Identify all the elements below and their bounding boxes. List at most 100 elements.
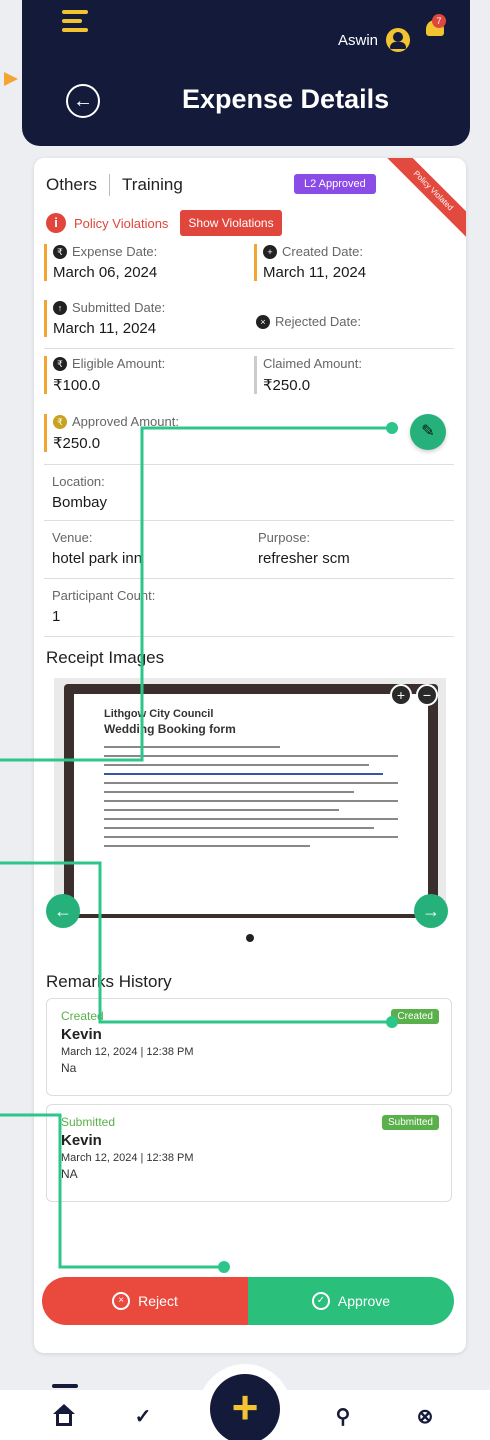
expense-date-field: ₹ Expense Date: March 06, 2024 <box>44 244 157 281</box>
submitted-date-label: Submitted Date: <box>72 300 166 315</box>
receipt-carousel[interactable]: Lithgow City Council Wedding Booking for… <box>54 678 446 918</box>
check-badge-icon: ✓ <box>311 1292 330 1310</box>
edit-amount-button[interactable]: ✎ <box>410 414 446 450</box>
user-name: Aswin <box>337 31 378 49</box>
arrow-left-icon: ← <box>73 90 93 112</box>
claimed-amount-label: Claimed Amount: <box>263 356 362 371</box>
coins-icon: ₹ <box>53 356 67 371</box>
remark-status-badge: Created <box>391 1009 439 1024</box>
approved-amount-label: Approved Amount: <box>72 414 179 429</box>
approve-button[interactable]: ✓ Approve <box>248 1277 454 1325</box>
plus-circle-icon: + <box>263 244 277 259</box>
arrow-left-icon: ← <box>54 901 72 921</box>
submitted-date-field: ↑ Submitted Date: March 11, 2024 <box>44 300 165 337</box>
participant-count-label: Participant Count: <box>52 588 156 603</box>
notification-badge: 7 <box>432 14 446 28</box>
home-icon[interactable] <box>53 1404 75 1426</box>
remarks-history-title: Remarks History <box>46 972 172 991</box>
receipt-images-title: Receipt Images <box>46 648 165 667</box>
user-circle-icon <box>386 28 410 52</box>
close-circle-icon[interactable]: ⊗ <box>412 1404 438 1430</box>
action-bar: × Reject ✓ Approve <box>42 1277 454 1325</box>
status-badge: L2 Approved <box>294 174 376 194</box>
user-menu[interactable]: Aswin <box>338 28 410 52</box>
remark-note: Na <box>61 1061 77 1075</box>
carousel-prev-button[interactable]: ← <box>46 894 80 928</box>
venue-label: Venue: <box>52 530 93 545</box>
annotation-arrow-icon <box>4 72 18 86</box>
participant-count-field: Participant Count: 1 <box>44 588 155 625</box>
rejected-date-label: Rejected Date: <box>275 314 361 329</box>
check-badge-icon[interactable]: ✓ <box>130 1404 156 1430</box>
remark-status-badge: Submitted <box>381 1115 439 1130</box>
policy-violated-ribbon: Policy Violated <box>380 158 466 244</box>
remark-item: Submitted Kevin March 12, 2024 | 12:38 P… <box>46 1104 452 1202</box>
expense-date-value: March 06, 2024 <box>53 264 158 281</box>
expense-date-label: Expense Date: <box>72 244 158 259</box>
upload-icon: ↑ <box>53 300 67 315</box>
eligible-amount-field: ₹ Eligible Amount: ₹100.0 <box>44 356 165 394</box>
show-violations-button[interactable]: Show Violations <box>180 210 282 236</box>
expense-category: Others <box>46 175 98 194</box>
created-date-value: March 11, 2024 <box>263 264 367 281</box>
venue-field: Venue: hotel park inn <box>44 530 142 567</box>
location-value: Bombay <box>52 494 108 511</box>
close-circle-icon: × <box>256 314 270 329</box>
pencil-icon: ✎ <box>421 423 435 440</box>
submitted-date-value: March 11, 2024 <box>53 320 157 337</box>
plus-icon: + <box>210 1374 280 1440</box>
close-circle-icon: × <box>112 1292 131 1310</box>
remark-state: Created <box>61 1009 104 1023</box>
claimed-amount-field: Claimed Amount: ₹250.0 <box>254 356 362 394</box>
claimed-amount-value: ₹250.0 <box>263 377 311 394</box>
hamburger-icon[interactable] <box>62 10 88 32</box>
bell-icon[interactable]: 7 <box>424 14 446 40</box>
remark-timestamp: March 12, 2024 | 12:38 PM <box>61 1046 194 1058</box>
calendar-icon: ₹ <box>53 244 67 259</box>
receipt-document: Lithgow City Council Wedding Booking for… <box>74 694 428 914</box>
remark-state: Submitted <box>61 1115 116 1129</box>
arrow-right-icon: → <box>422 901 440 921</box>
add-expense-fab[interactable]: + <box>198 1364 292 1440</box>
remark-author: Kevin <box>61 1132 102 1149</box>
remark-timestamp: March 12, 2024 | 12:38 PM <box>61 1152 194 1164</box>
rupee-icon: ₹ <box>53 414 67 429</box>
expense-type-row: Others Training <box>46 174 183 196</box>
remark-author: Kevin <box>61 1026 102 1043</box>
rejected-date-field: × Rejected Date: <box>248 314 361 329</box>
location-field: Location: Bombay <box>44 474 107 511</box>
remark-note: NA <box>61 1167 78 1181</box>
receipt-image[interactable]: Lithgow City Council Wedding Booking for… <box>64 684 438 918</box>
eligible-amount-value: ₹100.0 <box>53 377 101 394</box>
purpose-value: refresher scm <box>258 550 350 567</box>
receipt-doc-title: Wedding Booking form <box>104 722 236 736</box>
purpose-label: Purpose: <box>258 530 311 545</box>
carousel-next-button[interactable]: → <box>414 894 448 928</box>
approved-amount-value: ₹250.0 <box>53 435 101 452</box>
created-date-field: + Created Date: March 11, 2024 <box>254 244 366 281</box>
page-title: Expense Details <box>182 84 390 114</box>
venue-value: hotel park inn <box>52 550 143 567</box>
plus-circle-icon[interactable]: + <box>390 684 412 706</box>
info-icon: i <box>46 213 66 233</box>
policy-violations-label: Policy Violations <box>74 215 169 231</box>
expense-type: Training <box>122 175 183 194</box>
approved-amount-field: ₹ Approved Amount: ₹250.0 <box>44 414 179 452</box>
back-button[interactable]: ← <box>66 84 100 118</box>
receipt-doc-org: Lithgow City Council <box>104 708 214 720</box>
remark-item: Created Kevin March 12, 2024 | 12:38 PM … <box>46 998 452 1096</box>
carousel-dot[interactable] <box>246 934 254 942</box>
location-label: Location: <box>52 474 105 489</box>
minus-circle-icon[interactable]: − <box>416 684 438 706</box>
policy-violations-row: i Policy Violations Show Violations <box>46 210 282 236</box>
active-tab-indicator <box>52 1384 78 1388</box>
eligible-amount-label: Eligible Amount: <box>72 356 166 371</box>
purpose-field: Purpose: refresher scm <box>250 530 350 567</box>
search-icon[interactable]: ⚲ <box>330 1404 356 1430</box>
approve-label: Approve <box>337 1293 391 1309</box>
app-header: Aswin 7 ← Expense Details <box>22 0 470 146</box>
reject-button[interactable]: × Reject <box>42 1277 248 1325</box>
expense-card: Policy Violated Others Training L2 Appro… <box>34 158 466 1353</box>
created-date-label: Created Date: <box>282 244 363 259</box>
participant-count-value: 1 <box>52 608 61 625</box>
